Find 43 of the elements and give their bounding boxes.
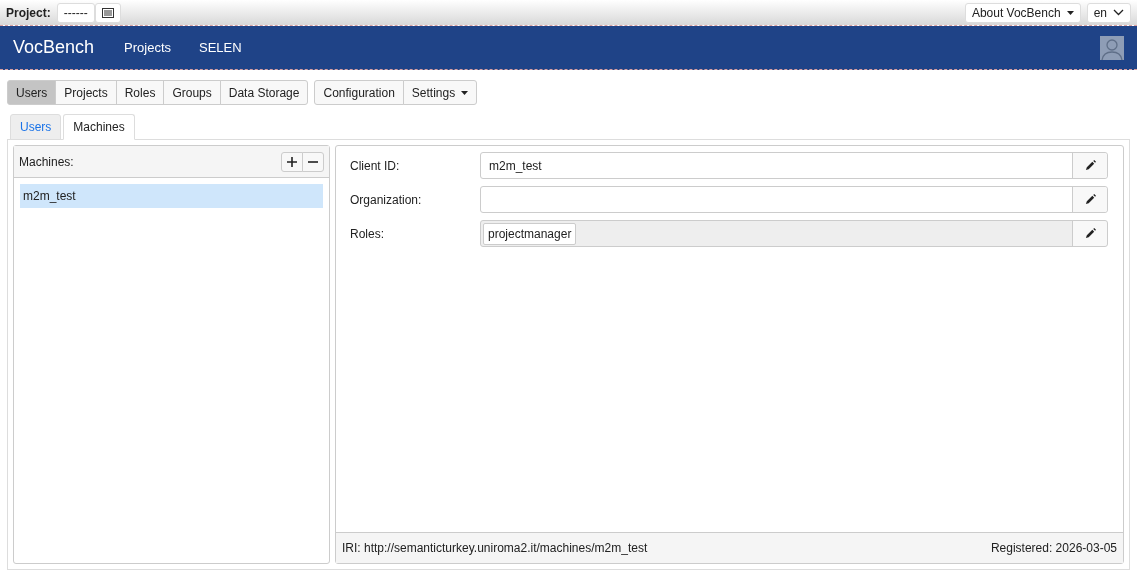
iri-text: IRI: http://semanticturkey.uniroma2.it/machines/m2m_test (342, 541, 648, 555)
list-icon (101, 7, 114, 18)
tab[interactable]: Users (10, 114, 62, 140)
chevron-down-icon (1113, 9, 1124, 16)
field-label: Client ID: (350, 158, 401, 173)
project-label: Project: (6, 5, 51, 20)
minus-icon (308, 160, 318, 163)
edit-button[interactable] (1072, 221, 1107, 246)
add-button[interactable] (281, 151, 303, 172)
admin-tab[interactable]: Roles (115, 80, 165, 105)
caret-icon (461, 90, 469, 95)
field-label: Organization: (350, 192, 423, 207)
pencil-icon (1084, 194, 1096, 205)
remove-button[interactable] (302, 151, 324, 172)
admin-tab[interactable]: Users (7, 80, 57, 105)
nav-link[interactable]: Projects (124, 40, 172, 55)
admin-tab[interactable]: Data Storage (219, 80, 309, 105)
user-avatar-icon[interactable] (1100, 35, 1124, 60)
edit-button[interactable] (1072, 187, 1107, 212)
about-dropdown[interactable]: About VocBench (964, 2, 1081, 23)
panel-title: Machines: (19, 154, 74, 169)
project-list-button[interactable] (94, 2, 121, 23)
language-select[interactable]: en (1086, 2, 1131, 23)
pencil-icon (1084, 228, 1096, 239)
admin-tab[interactable]: Groups (163, 80, 221, 105)
input-field[interactable] (480, 186, 1108, 213)
pencil-icon (1084, 160, 1096, 171)
plus-icon (287, 156, 297, 167)
app-logo[interactable]: VocBench (13, 37, 95, 58)
edit-button[interactable] (1072, 153, 1107, 178)
machine-list-item[interactable]: m2m_test (20, 184, 323, 208)
admin-tab[interactable]: Configuration (314, 80, 404, 105)
nav-link[interactable]: SELEN (199, 40, 242, 55)
admin-tab[interactable]: Projects (55, 80, 117, 105)
caret-icon (1066, 10, 1074, 15)
tab[interactable]: Machines (63, 114, 135, 140)
admin-tab[interactable]: Settings (402, 80, 478, 105)
field-label: Roles: (350, 226, 385, 241)
roles-field[interactable]: projectmanager (480, 220, 1108, 247)
role-tag: projectmanager (483, 222, 577, 245)
registered-date: Registered: 2026-03-05 (990, 541, 1117, 555)
project-selector[interactable]: ------ (56, 2, 95, 23)
input-field[interactable]: m2m_test (480, 152, 1108, 179)
